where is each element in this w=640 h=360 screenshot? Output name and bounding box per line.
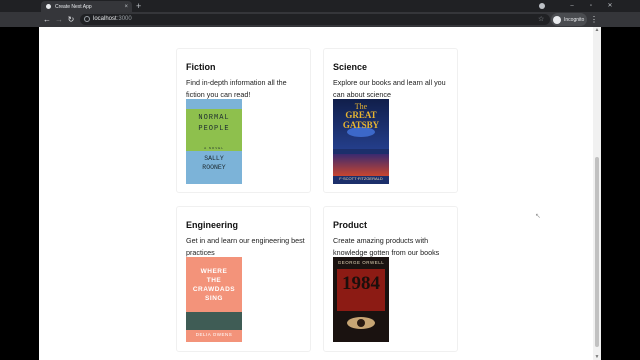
book-cover-1984[interactable]: GEORGE ORWELL 1984 xyxy=(333,257,389,342)
cover-title-line2: PEOPLE xyxy=(198,125,230,133)
card-description: Explore our books and learn all you can … xyxy=(333,78,446,99)
card-description: Create amazing products with knowledge g… xyxy=(333,236,440,257)
back-button[interactable]: ← xyxy=(42,14,52,25)
card-description: Get in and learn our engineering best pr… xyxy=(186,236,305,257)
incognito-icon xyxy=(553,15,561,24)
browser-menu-button[interactable]: ⋮ xyxy=(590,14,598,25)
scroll-up-arrow-icon[interactable]: ▲ xyxy=(593,27,601,33)
incognito-label: Incognito xyxy=(564,16,585,23)
cover-tag: A NOVEL xyxy=(204,146,224,150)
cover-author: GEORGE ORWELL xyxy=(337,260,385,265)
cover-title-line4: SING xyxy=(205,295,223,302)
book-cover-great-gatsby[interactable]: The GREAT GATSBY F·SCOTT·FITZGERALD xyxy=(333,99,389,184)
category-card-fiction[interactable]: Fiction Find in-depth information all th… xyxy=(176,48,311,193)
tab-close-icon[interactable]: × xyxy=(124,4,128,10)
address-bar[interactable]: localhost:3000 xyxy=(80,14,550,25)
cover-title: 1984 xyxy=(342,273,380,294)
cover-author-line2: ROONEY xyxy=(202,164,226,171)
scroll-down-arrow-icon[interactable]: ▼ xyxy=(593,354,601,360)
incognito-indicator-icon xyxy=(539,3,545,9)
card-description: Find in-depth information all the fictio… xyxy=(186,78,287,99)
cover-pupil xyxy=(357,319,365,327)
book-cover-normal-people[interactable]: NORMAL PEOPLE A NOVEL SALLY ROONEY xyxy=(186,99,242,184)
cover-author: SALLY ROONEY xyxy=(186,154,242,172)
cover-title-line2: THE xyxy=(206,277,222,284)
category-card-engineering[interactable]: Engineering Get in and learn our enginee… xyxy=(176,206,311,352)
cover-title: WHERE THE CRAWDADS SING xyxy=(186,267,242,303)
cover-title-line3: CRAWDADS xyxy=(192,286,236,293)
new-tab-button[interactable]: + xyxy=(136,1,141,11)
cover-band xyxy=(186,312,242,330)
cover-title-line2: GREAT GATSBY xyxy=(342,110,380,130)
maximize-button[interactable]: ▫ xyxy=(582,0,600,12)
category-card-science[interactable]: Science Explore our books and learn all … xyxy=(323,48,458,193)
url-text: localhost:3000 xyxy=(93,15,132,24)
card-title: Product xyxy=(333,220,368,230)
minimize-button[interactable]: – xyxy=(563,0,581,12)
mouse-cursor-icon: ↖ xyxy=(535,213,541,220)
card-title: Engineering xyxy=(186,220,239,230)
scrollbar-thumb[interactable] xyxy=(595,157,599,347)
cover-author-line1: SALLY xyxy=(204,155,224,162)
reload-button[interactable]: ↻ xyxy=(66,14,76,25)
cover-title-line1: WHERE xyxy=(200,268,228,275)
page-viewport: Fiction Find in-depth information all th… xyxy=(39,27,601,360)
tab-favicon-icon xyxy=(46,4,51,9)
url-port: :3000 xyxy=(116,16,132,22)
bookmark-star-icon[interactable]: ☆ xyxy=(538,14,544,25)
tab-title: Create Next App xyxy=(55,3,92,10)
book-cover-where-the-crawdads-sing[interactable]: WHERE THE CRAWDADS SING DELIA OWENS xyxy=(186,257,242,342)
cover-title-line1: NORMAL xyxy=(198,114,230,122)
forward-button[interactable]: → xyxy=(54,14,64,25)
browser-tab-bar: Create Next App × + – ▫ ✕ xyxy=(0,0,640,12)
url-host: localhost xyxy=(93,16,117,22)
page-scrollbar[interactable]: ▲ ▼ xyxy=(593,27,601,360)
browser-tab[interactable]: Create Next App × xyxy=(41,1,132,12)
site-info-icon[interactable] xyxy=(84,16,90,22)
cover-author: F·SCOTT·FITZGERALD xyxy=(339,176,383,181)
close-window-button[interactable]: ✕ xyxy=(601,0,619,12)
category-card-product[interactable]: Product Create amazing products with kno… xyxy=(323,206,458,352)
browser-toolbar: ← → ↻ localhost:3000 ☆ Incognito ⋮ xyxy=(0,12,640,27)
cover-author: DELIA OWENS xyxy=(195,332,233,337)
card-title: Fiction xyxy=(186,62,216,72)
cover-city-lights xyxy=(333,154,389,176)
incognito-profile-button[interactable]: Incognito xyxy=(551,13,587,26)
card-title: Science xyxy=(333,62,368,72)
